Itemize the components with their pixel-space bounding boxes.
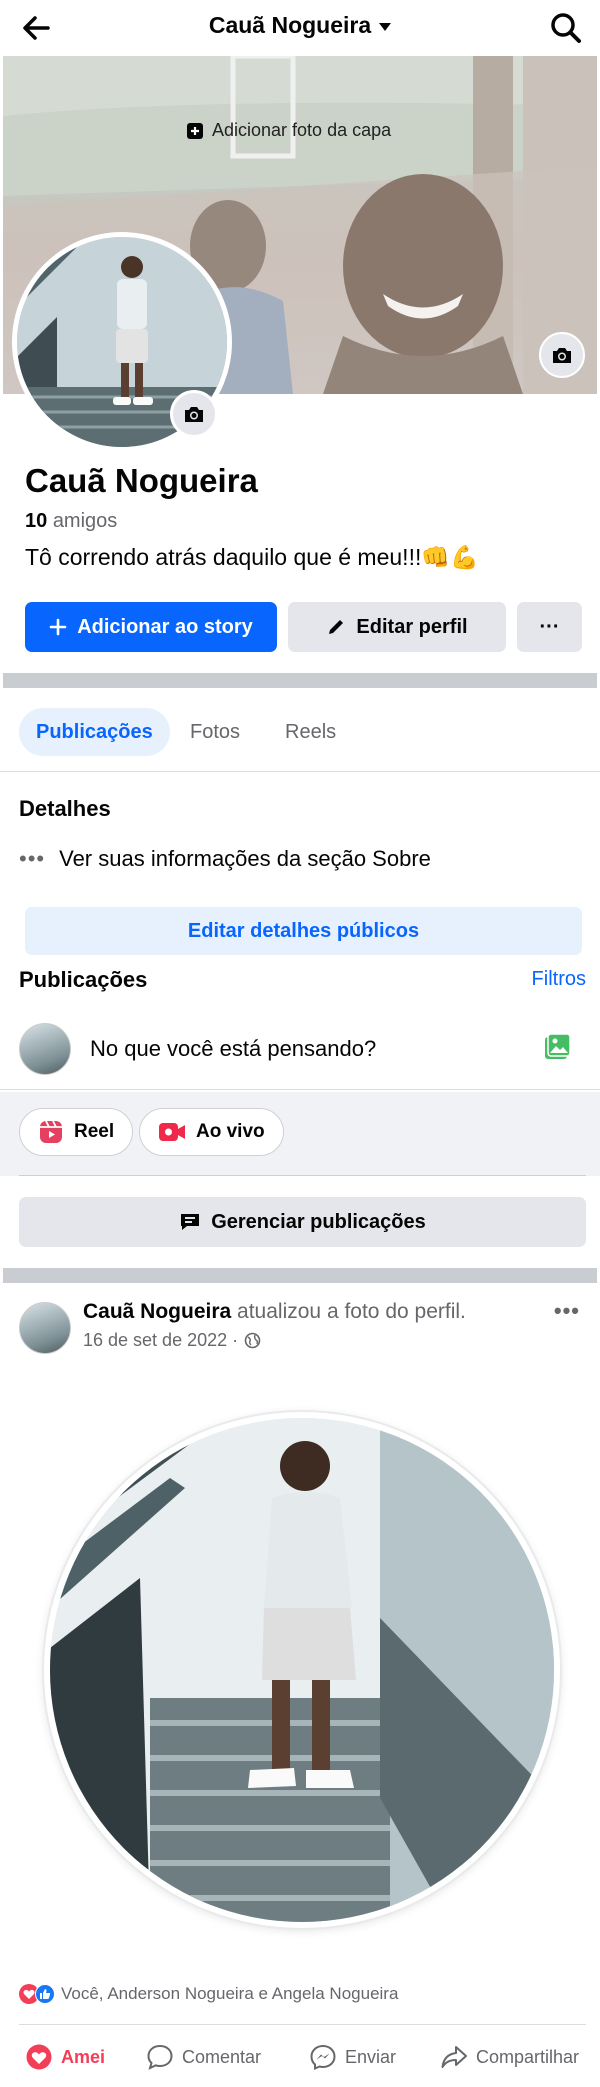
publications-heading: Publicações	[19, 967, 148, 992]
comment-label: Comentar	[182, 2046, 262, 2067]
tab-reels[interactable]: Reels	[268, 708, 353, 756]
comment-icon	[147, 2044, 173, 2070]
manage-posts-label: Gerenciar publicações	[211, 1210, 426, 1233]
profile-name: Cauã Nogueira	[25, 462, 258, 499]
more-options-icon: ···	[539, 615, 560, 638]
live-chip[interactable]: Ao vivo	[139, 1108, 284, 1156]
messenger-icon	[310, 2044, 336, 2071]
love-button[interactable]: Amei	[25, 2036, 105, 2078]
live-video-icon	[159, 1123, 185, 1141]
chevron-down-icon	[379, 22, 392, 31]
friends-number: 10	[25, 510, 48, 532]
plus-icon	[49, 618, 67, 636]
tab-label: Reels	[285, 720, 337, 743]
avatar	[19, 1023, 71, 1075]
divider	[19, 1175, 586, 1176]
cover-camera-button[interactable]	[539, 332, 585, 378]
pencil-icon	[329, 620, 344, 634]
about-link[interactable]: ••• Ver suas informações da seção Sobre	[19, 846, 431, 872]
friends-count[interactable]: 10 amigos	[25, 510, 117, 533]
post-photo-image	[50, 1418, 554, 1922]
send-label: Enviar	[345, 2046, 397, 2067]
page-title: Cauã Nogueira	[208, 12, 372, 38]
reel-label: Reel	[74, 1121, 115, 1142]
more-dots-icon: •••	[19, 846, 46, 871]
profile-picture-camera-button[interactable]	[170, 390, 218, 438]
share-button[interactable]: Compartilhar	[440, 2036, 579, 2078]
post-meta: 16 de set de 2022 ·	[83, 1330, 261, 1351]
post-action: atualizou a foto do perfil.	[237, 1300, 466, 1323]
composer-prompt[interactable]: No que você está pensando?	[90, 1036, 376, 1062]
post-more-options[interactable]: •••	[554, 1298, 580, 1324]
camera-icon	[185, 407, 203, 422]
avatar[interactable]	[19, 1302, 71, 1354]
edit-public-details-button[interactable]: Editar detalhes públicos	[25, 907, 582, 955]
post-header: Cauã Nogueira atualizou a foto do perfil…	[0, 1282, 600, 1362]
camera-icon	[553, 348, 571, 363]
profile-bio: Tô correndo atrás daquilo que é meu!!!👊💪	[25, 544, 479, 570]
profile-tabs: Publicações Fotos Reels	[0, 690, 600, 772]
add-cover-label: Adicionar foto da capa	[212, 120, 392, 140]
reactions-names: Você, Anderson Nogueira e Angela Nogueir…	[61, 1984, 399, 2003]
tab-publicacoes[interactable]: Publicações	[19, 708, 170, 756]
post-date[interactable]: 16 de set de 2022 ·	[83, 1330, 238, 1351]
love-label: Amei	[61, 2046, 106, 2067]
globe-icon	[244, 1332, 261, 1349]
reactions-summary[interactable]: Você, Anderson Nogueira e Angela Nogueir…	[19, 1984, 398, 2004]
edit-public-details-label: Editar detalhes públicos	[187, 919, 420, 942]
reel-chip[interactable]: Reel	[19, 1108, 134, 1156]
section-divider	[3, 673, 597, 688]
add-to-story-label: Adicionar ao story	[77, 615, 253, 638]
add-photo-icon	[187, 122, 203, 139]
edit-profile-label: Editar perfil	[356, 615, 468, 638]
filters-link[interactable]: Filtros	[532, 968, 586, 991]
manage-posts-icon	[181, 1214, 200, 1230]
details-heading: Detalhes	[19, 796, 111, 821]
heart-icon	[26, 2044, 52, 2070]
edit-profile-button[interactable]: Editar perfil	[288, 602, 506, 652]
reel-icon	[40, 1120, 62, 1143]
divider	[19, 2024, 586, 2025]
post-title: Cauã Nogueira atualizou a foto do perfil…	[83, 1300, 466, 1324]
tab-label: Fotos	[190, 720, 241, 743]
comment-button[interactable]: Comentar	[146, 2036, 261, 2078]
share-icon	[441, 2046, 467, 2068]
like-reaction-icon	[35, 1984, 55, 2004]
photo-icon[interactable]	[542, 1032, 572, 1062]
send-button[interactable]: Enviar	[309, 2036, 396, 2078]
tab-fotos[interactable]: Fotos	[173, 708, 257, 756]
tab-label: Publicações	[36, 720, 153, 743]
post-type-chips: Reel Ao vivo	[0, 1092, 600, 1176]
section-divider	[3, 1268, 597, 1283]
post-composer[interactable]: No que você está pensando?	[0, 1010, 600, 1090]
post-photo[interactable]	[44, 1412, 560, 1928]
share-label: Compartilhar	[476, 2046, 580, 2067]
more-options-button[interactable]: ···	[517, 602, 582, 652]
profile-switcher[interactable]: Cauã Nogueira	[0, 12, 600, 39]
add-cover-photo-button[interactable]: Adicionar foto da capa	[186, 120, 391, 141]
search-icon[interactable]	[548, 10, 584, 46]
live-label: Ao vivo	[196, 1121, 265, 1142]
friends-label: amigos	[52, 510, 118, 532]
manage-posts-button[interactable]: Gerenciar publicações	[19, 1197, 586, 1247]
about-link-label: Ver suas informações da seção Sobre	[59, 846, 431, 871]
add-to-story-button[interactable]: Adicionar ao story	[25, 602, 277, 652]
post-author[interactable]: Cauã Nogueira	[83, 1300, 231, 1323]
top-bar: Cauã Nogueira	[0, 0, 600, 56]
